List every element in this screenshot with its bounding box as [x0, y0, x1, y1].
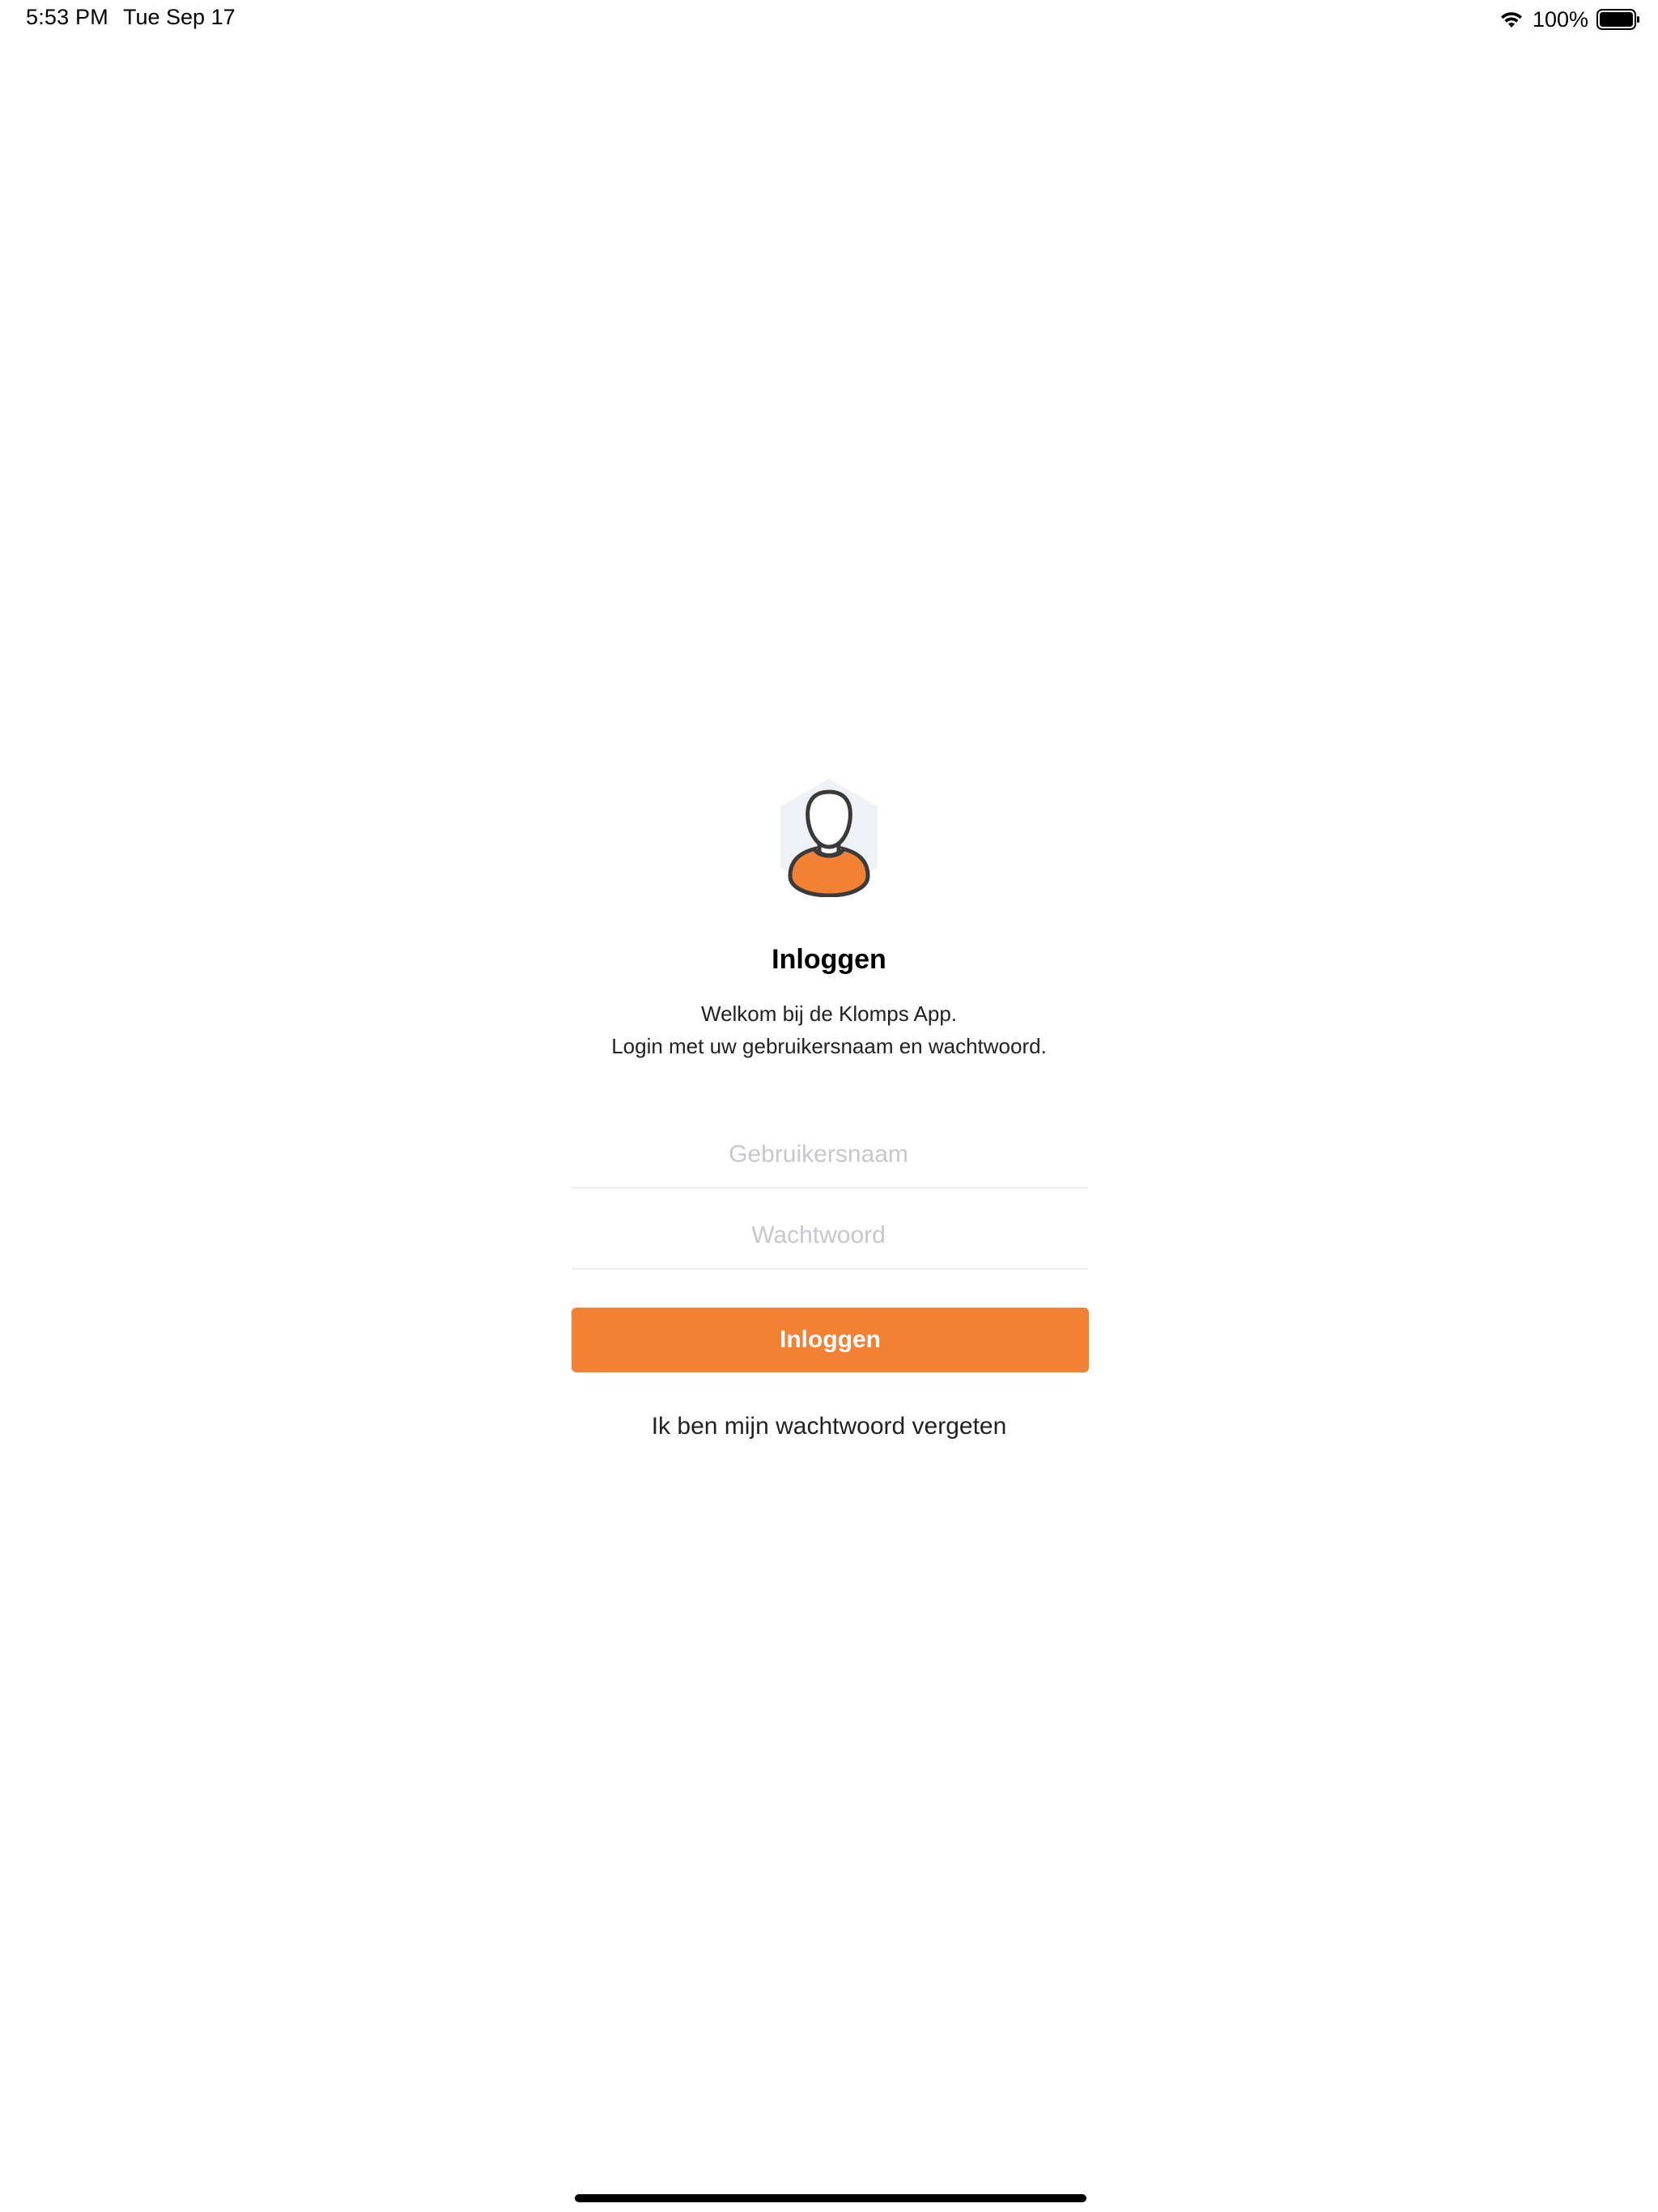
forgot-password-link[interactable]: Ik ben mijn wachtwoord vergeten [0, 1413, 1658, 1440]
username-field [572, 1122, 1088, 1189]
status-indicators: 100% [1499, 6, 1640, 32]
password-field [572, 1203, 1088, 1270]
user-avatar-icon [780, 779, 878, 897]
login-screen: 5:53 PM Tue Sep 17 100% Inloggen Welkom … [0, 0, 1658, 2212]
status-date: Tue Sep 17 [123, 5, 236, 29]
battery-percent: 100% [1532, 6, 1588, 32]
status-bar: 5:53 PM Tue Sep 17 100% [0, 0, 1658, 39]
battery-icon [1596, 9, 1639, 30]
welcome-line-2: Login met uw gebruikersnaam en wachtwoor… [611, 1034, 1047, 1058]
login-title: Inloggen [772, 944, 886, 975]
login-button[interactable]: Inloggen [572, 1308, 1089, 1372]
username-input[interactable] [572, 1122, 1088, 1187]
welcome-message: Welkom bij de Klomps App. Login met uw g… [0, 998, 1658, 1062]
password-input[interactable] [572, 1203, 1088, 1268]
welcome-line-1: Welkom bij de Klomps App. [701, 1002, 957, 1026]
wifi-icon [1500, 12, 1522, 28]
status-time: 5:53 PM [26, 5, 108, 29]
home-indicator[interactable] [575, 2194, 1086, 2202]
